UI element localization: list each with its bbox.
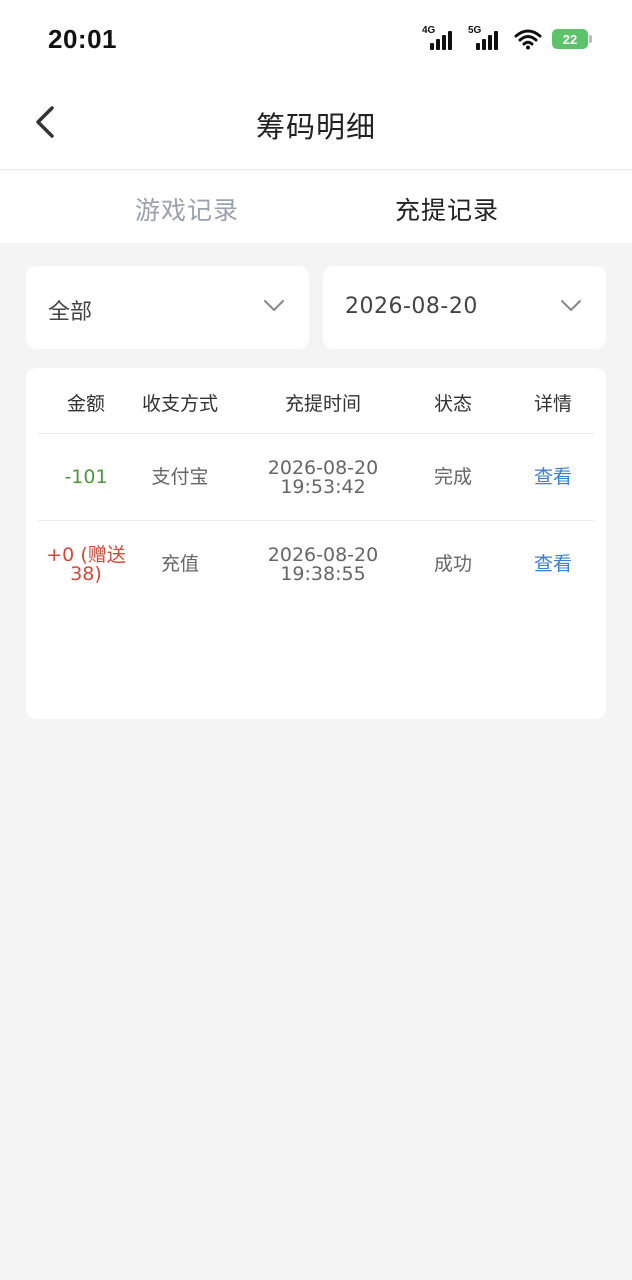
type-filter-value: 全部 xyxy=(48,300,93,325)
amount-text-line1: +0 (赠送 xyxy=(46,543,126,566)
date-text: 2026-08-20 xyxy=(267,543,379,566)
column-header-method: 收支方式 xyxy=(141,393,218,415)
date-filter-dropdown[interactable]: 2026-08-20 xyxy=(323,266,606,349)
method-cell: 充值 xyxy=(160,553,199,575)
table-header: 金额 收支方式 充提时间 状态 详情 xyxy=(38,368,594,434)
battery-level: 22 xyxy=(562,31,578,47)
amount-text-line2: 38) xyxy=(70,562,102,585)
view-detail-link[interactable]: 查看 xyxy=(518,434,588,521)
time-cell: 2026-08-20 19:38:55 xyxy=(243,521,403,608)
time-text: 19:53:42 xyxy=(280,475,366,498)
status-time: 20:01 xyxy=(48,24,117,54)
wifi-icon xyxy=(514,29,542,50)
chevron-down-icon xyxy=(561,300,581,311)
tab-deposit-withdraw-records[interactable]: 充提记录 xyxy=(395,191,499,227)
time-text: 19:38:55 xyxy=(280,562,366,585)
amount-cell: -101 xyxy=(64,466,108,488)
amount-cell: +0 (赠送 38) xyxy=(46,521,125,608)
time-cell: 2026-08-20 19:53:42 xyxy=(243,434,403,521)
table-row: +0 (赠送 38) 充值 2026-08-20 19:38:55 成功 查看 xyxy=(38,521,594,608)
date-filter-value: 2026-08-20 xyxy=(345,294,478,319)
records-table: 金额 收支方式 充提时间 状态 详情 -101 支付宝 2026-08-20 1… xyxy=(26,368,606,719)
type-filter-dropdown[interactable]: 全部 xyxy=(26,266,309,349)
table-row: -101 支付宝 2026-08-20 19:53:42 完成 查看 xyxy=(38,434,594,521)
status-bar: 20:01 4G 5G 22 xyxy=(0,0,632,80)
status-cell: 完成 xyxy=(433,466,472,488)
column-header-status: 状态 xyxy=(433,393,472,415)
battery-icon: 22 xyxy=(552,29,592,49)
cellular-signal-icon: 5G xyxy=(468,25,504,50)
column-header-detail: 详情 xyxy=(533,393,572,415)
column-header-time: 充提时间 xyxy=(284,393,361,415)
view-detail-link[interactable]: 查看 xyxy=(518,521,588,608)
page-title: 筹码明细 xyxy=(255,110,376,144)
cellular-signal-icon: 4G xyxy=(422,25,458,50)
tab-game-records[interactable]: 游戏记录 xyxy=(135,191,239,227)
tab-bar: 游戏记录 充提记录 xyxy=(0,171,632,243)
nav-bar: 筹码明细 xyxy=(0,80,632,170)
column-header-amount: 金额 xyxy=(66,393,105,415)
method-cell: 支付宝 xyxy=(151,466,209,488)
date-text: 2026-08-20 xyxy=(267,456,379,479)
chevron-down-icon xyxy=(264,300,284,311)
status-icons: 4G 5G 22 xyxy=(422,25,592,52)
status-cell: 成功 xyxy=(433,553,472,575)
